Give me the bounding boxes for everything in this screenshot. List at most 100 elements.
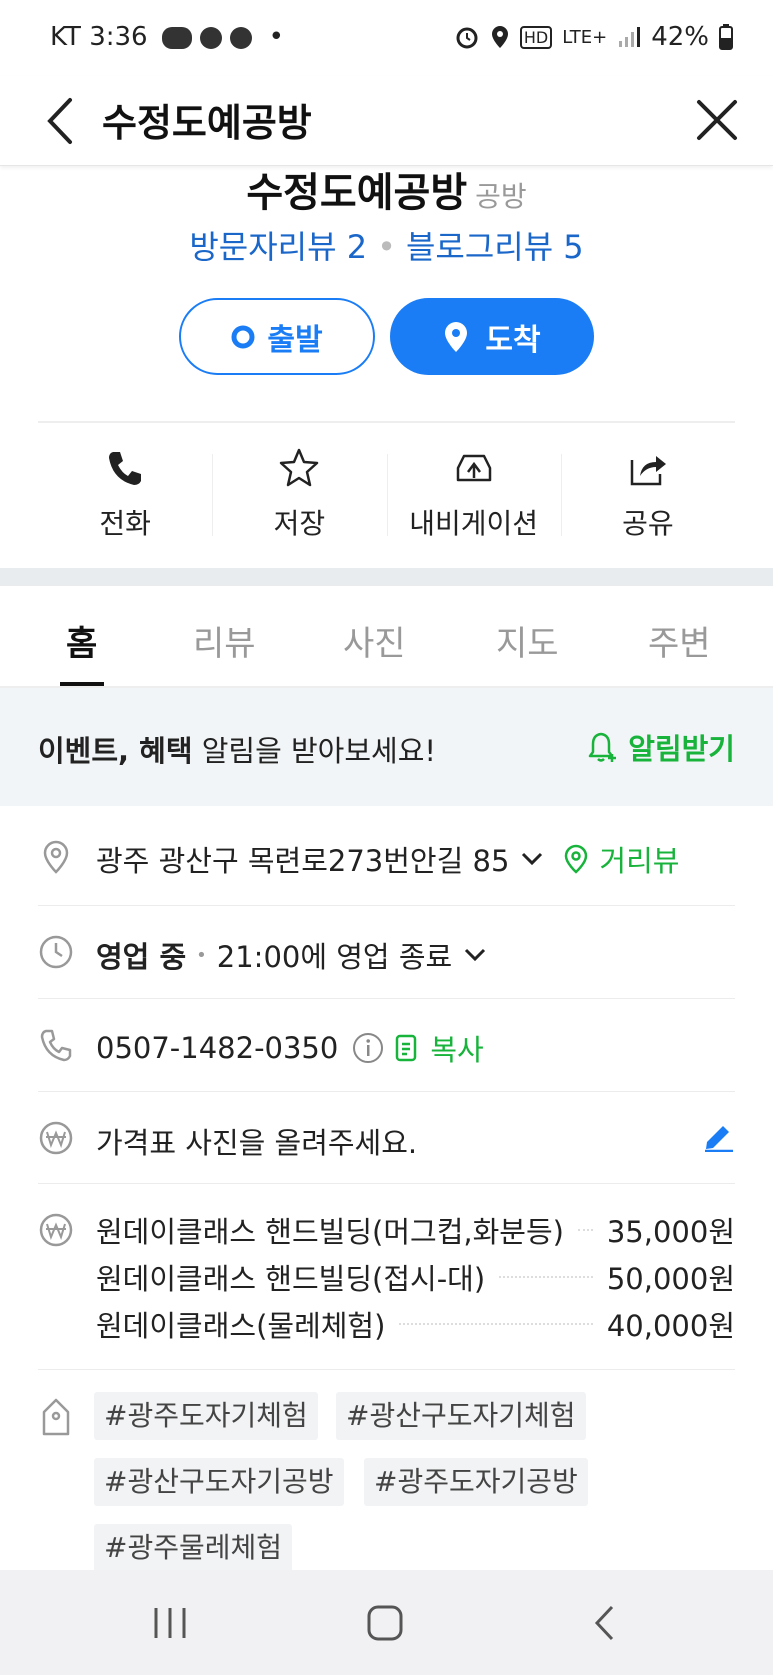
won-icon: [39, 1213, 73, 1247]
battery-level: 42%: [651, 22, 709, 52]
tab-photos[interactable]: 사진: [343, 616, 406, 665]
streetview-pin-icon: [565, 844, 588, 874]
address-text[interactable]: 광주 광산구 목련로273번안길 85: [96, 838, 509, 880]
battery-icon: [719, 24, 733, 50]
home-icon[interactable]: [366, 1604, 404, 1642]
price-item-value: 35,000원: [606, 1214, 735, 1249]
back-arrow-icon[interactable]: [38, 94, 88, 148]
arrive-label: 도착: [485, 322, 541, 358]
clock-icon: [39, 935, 73, 969]
review-links: 방문자리뷰 2 • 블로그리뷰 5: [0, 222, 773, 268]
talk-notification-icon: [161, 26, 192, 49]
call-action[interactable]: 전화: [38, 440, 212, 550]
status-carrier-time: KT 3:36 •: [50, 22, 284, 52]
open-status: 영업 중: [96, 940, 187, 974]
signal-icon: [619, 27, 641, 47]
price-item: 원데이클래스(물레체험) 40,000원: [96, 1300, 735, 1347]
chat-notification-icon: [200, 26, 223, 49]
price-item-name: 원데이클래스 핸드빌딩(머그컵,화분등): [96, 1214, 564, 1249]
hd-icon: HD: [519, 25, 553, 49]
separator-dot: •: [196, 944, 207, 966]
location-pin-icon: [43, 840, 69, 874]
dotted-leader: [399, 1322, 593, 1325]
won-icon: [39, 1121, 73, 1155]
edit-pencil-icon[interactable]: [701, 1118, 735, 1152]
blog-reviews-link[interactable]: 블로그리뷰 5: [406, 228, 584, 266]
price-item-name: 원데이클래스 핸드빌딩(접시-대): [96, 1261, 486, 1296]
car-navigation-icon: [456, 454, 491, 482]
price-item-value: 50,000원: [606, 1261, 735, 1296]
tag-icon: [42, 1398, 70, 1436]
depart-button[interactable]: 출발: [179, 298, 375, 375]
share-label: 공유: [622, 507, 674, 540]
event-message: 이벤트, 혜택 알림을 받아보세요!: [38, 728, 436, 770]
address-row: 광주 광산구 목련로273번안길 85 거리뷰: [38, 806, 735, 906]
tab-nearby[interactable]: 주변: [648, 616, 711, 665]
share-icon: [630, 456, 666, 486]
business-hours[interactable]: 영업 중 • 21:00에 영업 종료: [96, 934, 488, 976]
separator-dot: •: [377, 228, 396, 266]
quick-actions: 전화 저장 내비게이션 공유: [38, 440, 735, 550]
price-item: 원데이클래스 핸드빌딩(머그컵,화분등) 35,000원: [96, 1206, 735, 1253]
copy-button[interactable]: 복사: [430, 1027, 483, 1069]
star-icon: [280, 448, 319, 487]
place-category: 공방: [475, 180, 527, 213]
network-type: LTE+: [562, 26, 608, 48]
phone-number[interactable]: 0507-1482-0350: [96, 1031, 338, 1065]
share-action[interactable]: 공유: [560, 440, 735, 550]
price-item-name: 원데이클래스(물레체험): [96, 1308, 386, 1343]
status-right: HD LTE+ 42%: [454, 22, 733, 52]
place-name: 수정도예공방: [246, 170, 468, 216]
hashtag[interactable]: #광주물레체험: [94, 1524, 293, 1572]
price-item: 원데이클래스 핸드빌딩(접시-대) 50,000원: [96, 1253, 735, 1300]
tab-reviews[interactable]: 리뷰: [193, 616, 256, 665]
hashtag[interactable]: #광산구도자기체험: [336, 1392, 586, 1440]
system-back-icon[interactable]: [592, 1604, 618, 1642]
tab-map[interactable]: 지도: [496, 616, 559, 665]
streetview-link[interactable]: 거리뷰: [599, 838, 679, 880]
price-photo-row: 가격표 사진을 올려주세요.: [38, 1092, 735, 1184]
clock: 3:36: [89, 22, 148, 52]
save-action[interactable]: 저장: [212, 440, 386, 550]
call-label: 전화: [99, 507, 151, 540]
alarm-icon: [456, 27, 478, 49]
hashtag[interactable]: #광주도자기공방: [364, 1458, 588, 1506]
arrive-button[interactable]: 도착: [390, 298, 594, 375]
more-notifications-dot-icon: •: [268, 22, 284, 52]
navigation-action[interactable]: 내비게이션: [386, 440, 561, 550]
phone-icon: [109, 452, 142, 485]
tab-bar: 홈 리뷰 사진 지도 주변: [0, 586, 773, 688]
status-bar: KT 3:36 • HD LTE+ 42%: [0, 0, 773, 76]
chevron-down-icon[interactable]: [519, 849, 545, 869]
save-label: 저장: [273, 507, 326, 540]
destination-pin-icon: [445, 321, 468, 352]
event-message-bold: 이벤트, 혜택: [38, 734, 193, 768]
address: 광주 광산구 목련로273번안길 85 거리뷰: [96, 838, 679, 880]
price-item-value: 40,000원: [606, 1308, 735, 1343]
system-navigation-bar: [0, 1570, 773, 1675]
notify-label: 알림받기: [628, 732, 735, 766]
dotted-leader: [577, 1228, 593, 1231]
tab-home[interactable]: 홈: [66, 616, 97, 665]
hashtag[interactable]: #광산구도자기공방: [94, 1458, 344, 1506]
carrier-label: KT: [50, 22, 81, 52]
app-bar: 수정도예공방: [0, 76, 773, 166]
close-icon[interactable]: [689, 92, 745, 148]
event-message-rest: 알림을 받아보세요!: [192, 734, 437, 768]
app-bar-title: 수정도예공방: [102, 101, 312, 145]
origin-dot-icon: [231, 325, 255, 348]
visitor-reviews-link[interactable]: 방문자리뷰 2: [189, 228, 367, 266]
phone: 0507-1482-0350 복사: [96, 1027, 484, 1069]
notify-button[interactable]: 알림받기: [586, 726, 735, 768]
divider: [38, 421, 735, 423]
chevron-down-icon[interactable]: [462, 945, 488, 965]
price-list: 원데이클래스 핸드빌딩(머그컵,화분등) 35,000원 원데이클래스 핸드빌딩(…: [96, 1206, 735, 1347]
price-photo-prompt[interactable]: 가격표 사진을 올려주세요.: [96, 1120, 417, 1162]
hashtag[interactable]: #광주도자기체험: [94, 1392, 318, 1440]
recent-apps-icon[interactable]: [152, 1606, 188, 1640]
depart-label: 출발: [267, 322, 323, 358]
navigation-label: 내비게이션: [409, 507, 539, 540]
event-notification-banner: 이벤트, 혜택 알림을 받아보세요! 알림받기: [0, 688, 773, 806]
hours-row: 영업 중 • 21:00에 영업 종료: [38, 906, 735, 999]
info-icon[interactable]: [352, 1032, 384, 1064]
